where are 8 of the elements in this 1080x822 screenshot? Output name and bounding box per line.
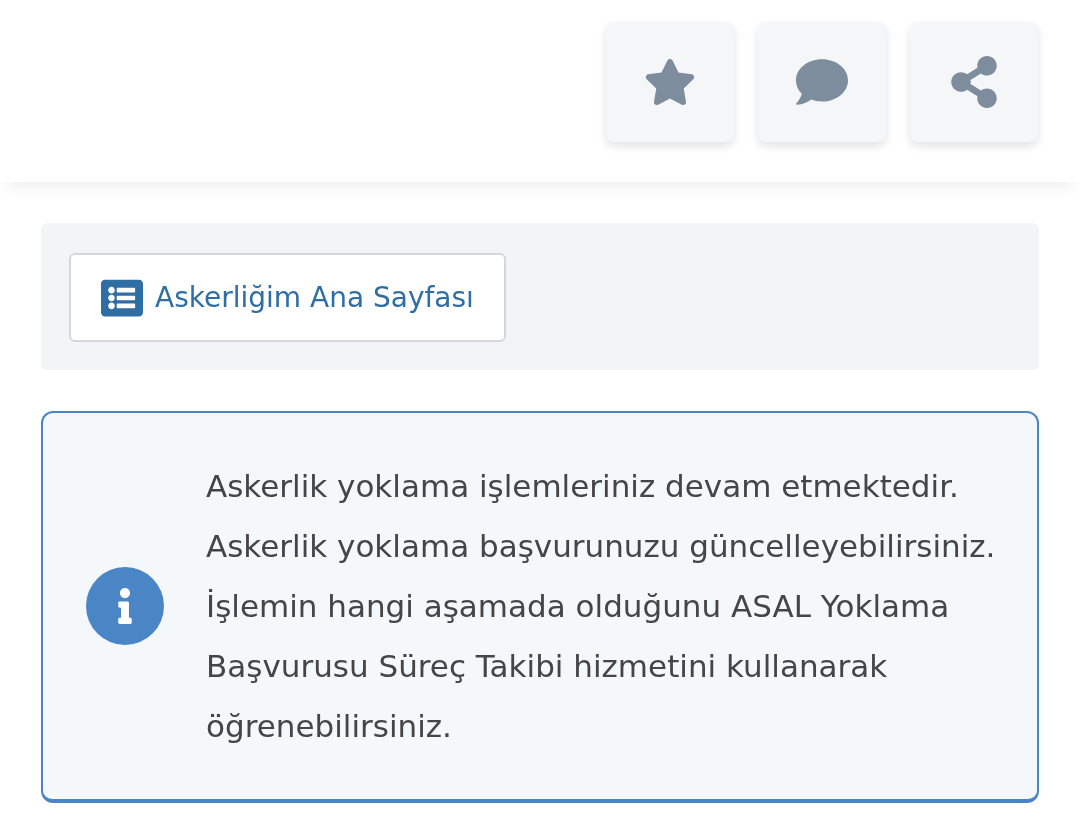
star-icon (644, 56, 696, 108)
info-text: Askerlik yoklama işlemleriniz devam etmektedir. Askerlik yoklama başvurunuzu güncelleyebilirsiniz. İşlemin hangi aşamada olduğunu ASAL Yoklama Başvurusu Süreç Takibi hizmetini kullanarak öğrenebilirsiniz. (206, 467, 997, 746)
speech-bubble-icon (796, 56, 848, 108)
share-button[interactable] (910, 22, 1038, 142)
share-icon (948, 56, 1000, 108)
comment-button[interactable] (758, 22, 886, 142)
favorite-button[interactable] (606, 22, 734, 142)
home-page-button[interactable]: Askerliğim Ana Sayfası (69, 253, 506, 342)
